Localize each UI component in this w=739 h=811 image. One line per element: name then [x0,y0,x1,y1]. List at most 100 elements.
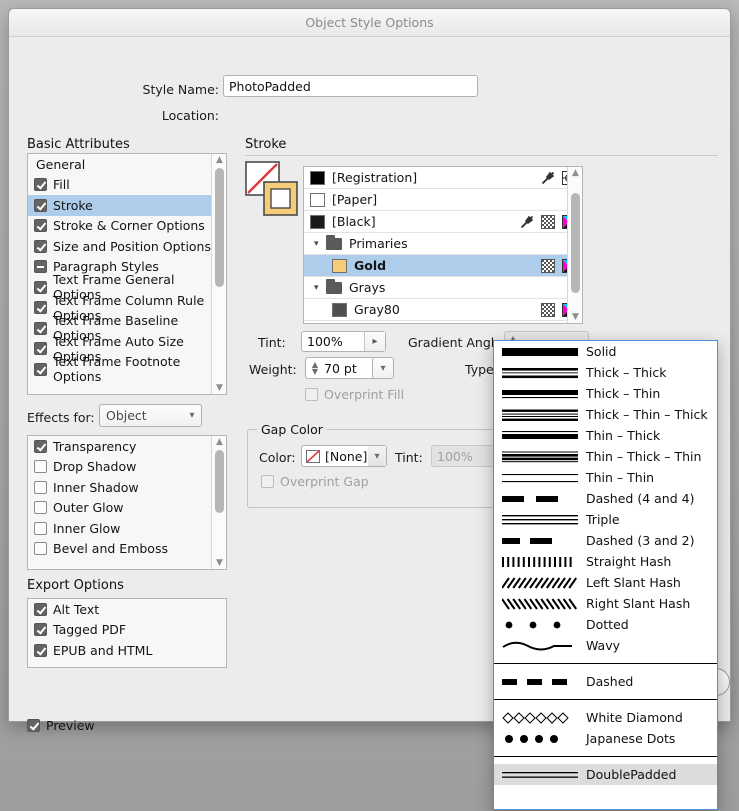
style-name-input[interactable]: PhotoPadded [223,75,478,97]
stroke-tint-input[interactable]: 100% ▸ [301,331,386,352]
effect-item-checkbox[interactable] [34,480,47,494]
stroke-tint-value: 100% [307,334,343,349]
tint-popup-arrow-icon[interactable]: ▸ [364,332,385,351]
effect-item-inner-glow[interactable]: Inner Glow [28,518,226,539]
stroke-type-menu-item[interactable]: Right Slant Hash [494,593,717,614]
stroke-type-menu-item[interactable]: Solid [494,341,717,362]
swatch-row[interactable]: [Registration] [304,167,582,189]
preview-label: Preview [46,717,95,733]
scrollbar-thumb[interactable] [571,193,580,293]
swatch-row[interactable]: [Paper] [304,189,582,211]
effects-for-select[interactable]: Object ▾ [99,404,202,427]
chevron-down-icon: ▾ [189,410,195,421]
export-option-item-label: Tagged PDF [53,622,127,638]
export-option-item-tagged-pdf[interactable]: Tagged PDF [28,620,226,641]
stepper-down-icon[interactable]: ▼ [312,368,318,376]
stroke-type-menu-item[interactable]: Thick – Thin – Thick [494,404,717,425]
export-option-item-alt-text[interactable]: Alt Text [28,599,226,620]
basic-attribute-item-size-and-position-options[interactable]: Size and Position Options [28,236,226,257]
basic-attribute-item-checkbox[interactable] [34,280,47,294]
basic-attribute-item-checkbox[interactable] [34,239,47,253]
stroke-type-menu-item[interactable]: Dashed [494,671,717,692]
stroke-type-menu-item[interactable]: Dashed (3 and 2) [494,530,717,551]
tint-icon [541,259,555,273]
basic-attributes-list[interactable]: General Fill Stroke Stroke & Corner Options… [27,153,227,395]
preview-checkbox-row[interactable]: Preview [27,715,95,736]
disclosure-triangle-icon[interactable]: ▾ [314,283,323,293]
stroke-type-menu-item[interactable]: Dotted [494,614,717,635]
scrollbar-thumb[interactable] [215,450,224,513]
basic-attribute-item-checkbox[interactable] [34,362,47,376]
effects-list[interactable]: Transparency Drop Shadow Inner Shadow Outer… [27,435,227,570]
basic-attribute-item-checkbox[interactable] [34,198,47,212]
scroll-down-icon[interactable]: ▼ [568,311,582,323]
stroke-type-menu-item[interactable]: Thin – Thin [494,467,717,488]
swatch-scrollbar[interactable]: ▲ ▼ [567,167,582,323]
basic-attribute-item-checkbox[interactable] [34,301,47,315]
effect-item-outer-glow[interactable]: Outer Glow [28,498,226,519]
basic-attribute-item-checkbox[interactable] [34,342,47,356]
swatch-row[interactable]: ▾ Primaries [304,233,582,255]
swatch-row[interactable]: Gold [304,255,582,277]
basic-attribute-item-fill[interactable]: Fill [28,175,226,196]
fill-stroke-proxy[interactable] [245,161,301,217]
basic-attributes-scrollbar[interactable]: ▲ ▼ [211,154,226,394]
effect-item-checkbox[interactable] [34,521,47,535]
stroke-type-menu-item[interactable]: Dashed (4 and 4) [494,488,717,509]
effect-item-checkbox[interactable] [34,460,47,474]
basic-attribute-item-checkbox[interactable] [34,178,47,192]
stroke-type-menu-item[interactable]: Thin – Thick [494,425,717,446]
scroll-up-icon[interactable]: ▲ [568,167,582,179]
export-option-item-checkbox[interactable] [34,602,47,616]
scroll-up-icon[interactable]: ▲ [212,154,226,166]
basic-attribute-item-text-frame-footnote-options[interactable]: Text Frame Footnote Options [28,354,226,384]
scrollbar-thumb[interactable] [215,168,224,287]
export-options-list[interactable]: Alt Text Tagged PDF EPUB and HTML [27,598,227,668]
scroll-down-icon[interactable]: ▼ [212,557,226,569]
effects-scrollbar[interactable]: ▲ ▼ [211,436,226,569]
gap-color-select[interactable]: [None] ▾ [301,445,387,467]
effect-item-checkbox[interactable] [34,439,47,453]
basic-attribute-item-checkbox[interactable] [34,260,47,274]
basic-attributes-rows: General Fill Stroke Stroke & Corner Options… [28,154,226,384]
stroke-type-menu-item[interactable]: Thick – Thin [494,383,717,404]
chevron-down-icon[interactable]: ▾ [368,446,386,466]
swatch-row[interactable]: Gray80 [304,299,582,321]
stroke-type-menu-item[interactable]: Japanese Dots [494,728,717,749]
scroll-up-icon[interactable]: ▲ [212,436,226,448]
swatch-row[interactable]: ▾ Grays [304,277,582,299]
stroke-type-menu-item[interactable]: DoublePadded [494,764,717,785]
basic-attribute-item-checkbox[interactable] [34,321,47,335]
export-option-item-checkbox[interactable] [34,623,47,637]
effect-item-inner-shadow[interactable]: Inner Shadow [28,477,226,498]
export-option-item-epub-and-html[interactable]: EPUB and HTML [28,640,226,661]
scroll-down-icon[interactable]: ▼ [212,382,226,394]
stroke-title: Stroke [245,137,287,152]
basic-attribute-item-checkbox[interactable] [34,219,47,233]
swatch-row[interactable]: [Black] [304,211,582,233]
stroke-type-dropdown-menu[interactable]: Solid Thick – Thick Thick – Thin Thick – Th… [493,340,718,810]
stroke-type-menu-item[interactable]: Straight Hash [494,551,717,572]
basic-attribute-item-stroke[interactable]: Stroke [28,195,226,216]
basic-attribute-item-general[interactable]: General [28,154,226,175]
dashed-3-2-preview-icon [502,533,578,549]
stroke-type-menu-item[interactable]: Thick – Thick [494,362,717,383]
stroke-type-menu-item[interactable]: Wavy [494,635,717,656]
disclosure-triangle-icon[interactable]: ▾ [314,239,323,249]
stroke-type-menu-item[interactable]: White Diamond [494,707,717,728]
effect-item-transparency[interactable]: Transparency [28,436,226,457]
preview-checkbox[interactable] [27,718,40,732]
effect-item-checkbox[interactable] [34,542,47,556]
effect-item-label: Inner Glow [53,520,121,536]
stroke-type-menu-item[interactable]: Left Slant Hash [494,572,717,593]
effect-item-drop-shadow[interactable]: Drop Shadow [28,457,226,478]
export-option-item-checkbox[interactable] [34,643,47,657]
stroke-type-menu-item[interactable]: Triple [494,509,717,530]
stroke-weight-dropdown[interactable]: ▾ [372,357,394,379]
stroke-type-menu-item[interactable]: Thin – Thick – Thin [494,446,717,467]
effect-item-bevel-and-emboss[interactable]: Bevel and Emboss [28,539,226,560]
stroke-weight-stepper[interactable]: ▲ ▼ [308,360,322,376]
stroke-swatch-list[interactable]: [Registration] [Paper] [Black] ▾ Primaries Go… [303,166,583,324]
effect-item-checkbox[interactable] [34,501,47,515]
basic-attribute-item-stroke-corner-options[interactable]: Stroke & Corner Options [28,216,226,237]
